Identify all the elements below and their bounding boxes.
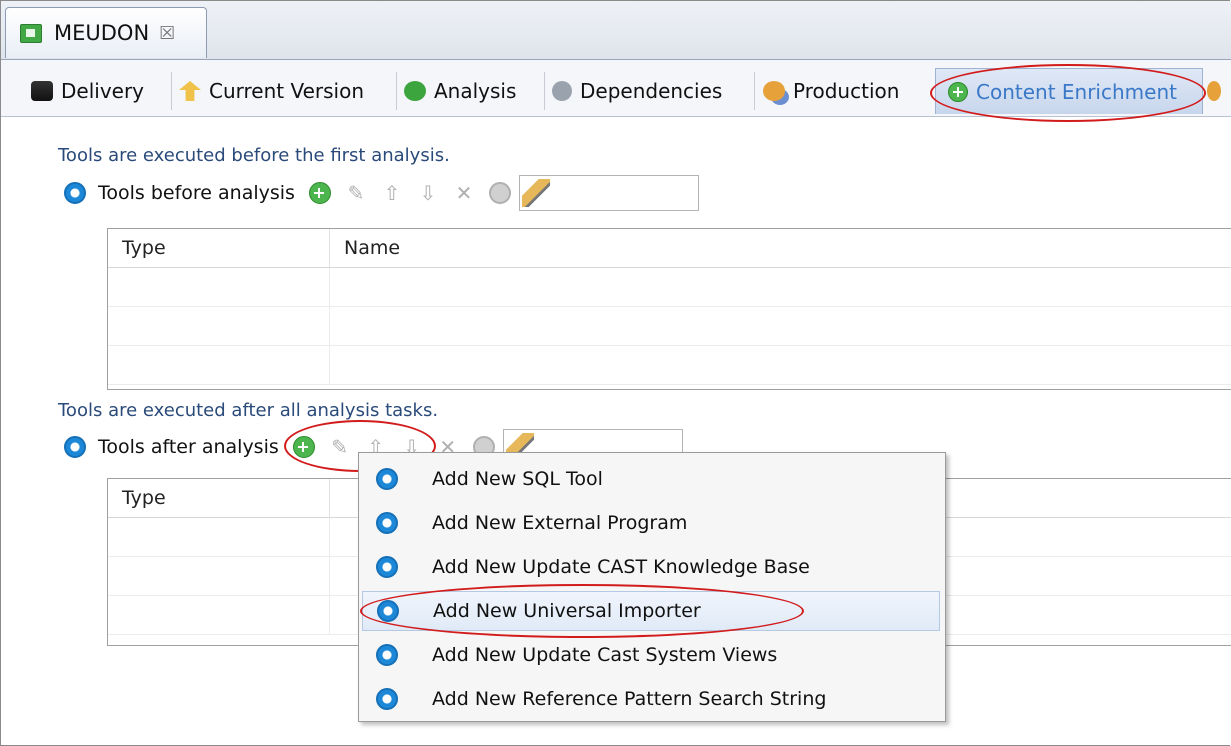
tab-overflow[interactable] — [1207, 68, 1229, 114]
tools-gear-icon — [376, 556, 398, 578]
tools-gear-icon — [376, 468, 398, 490]
close-icon[interactable]: ☒ — [159, 23, 175, 44]
tools-gear-icon — [376, 512, 398, 534]
menu-item-label: Add New Update Cast System Views — [432, 644, 778, 666]
menu-item-label: Add New SQL Tool — [432, 468, 603, 490]
menu-item-label: Add New Update CAST Knowledge Base — [432, 556, 810, 578]
column-name[interactable]: Name — [330, 229, 1231, 267]
tools-gear-icon — [64, 182, 86, 204]
column-type[interactable]: Type — [108, 479, 330, 517]
tab-production-label: Production — [793, 79, 900, 103]
menu-item-label: Add New Reference Pattern Search String — [432, 688, 827, 710]
edit-button[interactable]: ✎ — [329, 435, 351, 459]
settings-icon[interactable] — [488, 182, 511, 204]
tools-gear-icon — [377, 600, 399, 622]
tools-gear-icon — [64, 436, 86, 458]
tools-gear-icon — [376, 644, 398, 666]
tab-current-version-label: Current Version — [209, 79, 365, 103]
move-down-button[interactable]: ⇩ — [417, 181, 439, 205]
delete-button[interactable]: ✕ — [453, 181, 475, 205]
after-label: Tools after analysis — [98, 436, 279, 458]
menu-item-add-update-kb[interactable]: Add New Update CAST Knowledge Base — [362, 547, 940, 587]
menu-item-add-universal-importer[interactable]: Add New Universal Importer — [362, 591, 940, 631]
table-header: Type Name — [108, 229, 1231, 268]
tab-separator — [171, 72, 172, 110]
menu-item-add-update-system-views[interactable]: Add New Update Cast System Views — [362, 635, 940, 675]
filter-input[interactable] — [518, 175, 699, 211]
production-icon — [763, 81, 785, 101]
analysis-icon — [404, 81, 426, 101]
before-label: Tools before analysis — [98, 182, 295, 204]
delivery-icon — [31, 81, 53, 101]
tab-separator — [754, 72, 755, 110]
editor-tab-strip: MEUDON ☒ — [1, 1, 1231, 60]
tab-delivery[interactable]: Delivery — [31, 68, 144, 114]
before-note: Tools are executed before the first anal… — [58, 145, 450, 166]
add-tool-menu: Add New SQL Tool Add New External Progra… — [358, 452, 946, 722]
editor-tab-meudon[interactable]: MEUDON ☒ — [5, 7, 207, 58]
subtab-bar: Delivery Current Version Analysis Depend… — [1, 60, 1231, 117]
menu-item-label: Add New Universal Importer — [433, 600, 701, 622]
tab-delivery-label: Delivery — [61, 79, 145, 103]
tab-dependencies[interactable]: Dependencies — [552, 68, 722, 114]
tab-content-enrichment[interactable]: Content Enrichment — [935, 68, 1203, 114]
table-row[interactable] — [108, 307, 1231, 346]
next-tab-icon — [1207, 81, 1221, 101]
menu-item-add-reference-pattern[interactable]: Add New Reference Pattern Search String — [362, 679, 940, 719]
add-button[interactable] — [292, 436, 315, 458]
application-icon — [20, 23, 42, 43]
tab-production[interactable]: Production — [763, 68, 899, 114]
menu-item-label: Add New External Program — [432, 512, 688, 534]
move-up-button[interactable]: ⇧ — [381, 181, 403, 205]
tab-analysis-label: Analysis — [434, 79, 517, 103]
tab-separator — [396, 72, 397, 110]
table-row[interactable] — [108, 346, 1231, 385]
tab-content-enrichment-label: Content Enrichment — [976, 79, 1177, 104]
tab-separator — [544, 72, 545, 110]
dependencies-icon — [552, 81, 572, 101]
column-type[interactable]: Type — [108, 229, 330, 267]
add-button[interactable] — [308, 182, 331, 204]
menu-item-add-sql-tool[interactable]: Add New SQL Tool — [362, 459, 940, 499]
edit-button[interactable]: ✎ — [345, 181, 367, 205]
editor-tab-title: MEUDON — [54, 21, 150, 45]
menu-item-add-external-program[interactable]: Add New External Program — [362, 503, 940, 543]
before-table: Type Name — [107, 228, 1231, 390]
after-note: Tools are executed after all analysis ta… — [58, 400, 439, 421]
tab-dependencies-label: Dependencies — [580, 79, 723, 103]
current-version-icon — [179, 81, 201, 101]
tab-analysis[interactable]: Analysis — [404, 68, 516, 114]
tools-gear-icon — [376, 688, 398, 710]
add-circle-icon — [948, 81, 968, 102]
brush-icon — [521, 179, 550, 207]
before-toolbar: Tools before analysis ✎ ⇧ ⇩ ✕ — [64, 175, 699, 211]
tab-current-version[interactable]: Current Version — [179, 68, 364, 114]
table-row[interactable] — [108, 268, 1231, 307]
